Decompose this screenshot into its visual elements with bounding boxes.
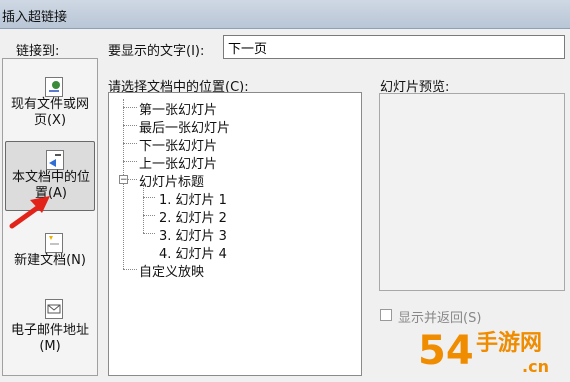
link-to-label: 链接到: xyxy=(16,44,60,59)
window-title: 插入超链接 xyxy=(2,10,68,25)
tree-connector xyxy=(123,107,137,108)
tree-connector xyxy=(143,215,155,216)
slide-preview-pane xyxy=(379,93,565,291)
tree-item-slide-4[interactable]: 4. 幻灯片 4 xyxy=(159,243,227,262)
web-page-icon xyxy=(45,77,63,97)
email-icon xyxy=(45,299,63,319)
tree-item-custom-shows[interactable]: 自定义放映 xyxy=(139,261,204,280)
tree-item-slide-2[interactable]: 2. 幻灯片 2 xyxy=(159,207,227,226)
new-document-icon xyxy=(45,233,63,253)
sidebar-item-label-2: (M) xyxy=(39,339,61,354)
link-to-sidebar: 现有文件或网 页(X) 本文档中的位 置(A) 新建文档(N) 电子邮件地址 (… xyxy=(2,58,98,376)
collapse-icon[interactable]: − xyxy=(119,175,128,185)
watermark-site-name: 手游网 xyxy=(476,330,542,356)
tree-item-slide-1[interactable]: 1. 幻灯片 1 xyxy=(159,189,227,208)
title-bar: 插入超链接 xyxy=(0,0,570,29)
tree-item-next-slide[interactable]: 下一张幻灯片 xyxy=(139,135,217,154)
watermark-number: 54 xyxy=(418,328,474,374)
text-to-display-label: 要显示的文字(I): xyxy=(108,44,205,59)
sidebar-item-label: 新建文档(N) xyxy=(14,253,86,268)
tree-connector xyxy=(123,269,137,270)
tree-connector xyxy=(143,185,144,233)
site-watermark-logo: 54 手游网 .cn xyxy=(418,320,568,378)
tree-item-previous-slide[interactable]: 上一张幻灯片 xyxy=(139,153,217,172)
tree-connector xyxy=(123,161,137,162)
tree-connector xyxy=(123,125,137,126)
sidebar-item-label-2: 页(X) xyxy=(33,113,67,128)
sidebar-item-place-in-document[interactable]: 本文档中的位 置(A) xyxy=(5,141,95,211)
sidebar-item-label-2: 置(A) xyxy=(34,186,68,201)
tree-connector xyxy=(143,197,155,198)
watermark-domain: .cn xyxy=(522,357,549,376)
sidebar-item-new-document[interactable]: 新建文档(N) xyxy=(5,227,95,277)
tree-item-last-slide[interactable]: 最后一张幻灯片 xyxy=(139,117,230,136)
tree-item-slide-titles[interactable]: 幻灯片标题 xyxy=(139,171,204,190)
sidebar-item-label: 本文档中的位 xyxy=(11,170,90,185)
sidebar-item-label: 现有文件或网 xyxy=(10,97,89,112)
sidebar-item-label: 电子邮件地址 xyxy=(10,323,89,338)
location-tree[interactable]: − 第一张幻灯片 最后一张幻灯片 下一张幻灯片 上一张幻灯片 幻灯片标题 1. … xyxy=(108,92,362,376)
text-to-display-input[interactable] xyxy=(223,35,565,59)
tree-connector xyxy=(143,233,155,234)
document-location-icon xyxy=(46,150,64,170)
tree-item-slide-3[interactable]: 3. 幻灯片 3 xyxy=(159,225,227,244)
sidebar-item-email-address[interactable]: 电子邮件地址 (M) xyxy=(5,291,95,367)
tree-item-first-slide[interactable]: 第一张幻灯片 xyxy=(139,99,217,118)
show-and-return-checkbox[interactable] xyxy=(380,309,392,321)
tree-connector xyxy=(128,179,137,180)
tree-connector xyxy=(123,143,137,144)
sidebar-item-existing-file[interactable]: 现有文件或网 页(X) xyxy=(5,73,95,143)
